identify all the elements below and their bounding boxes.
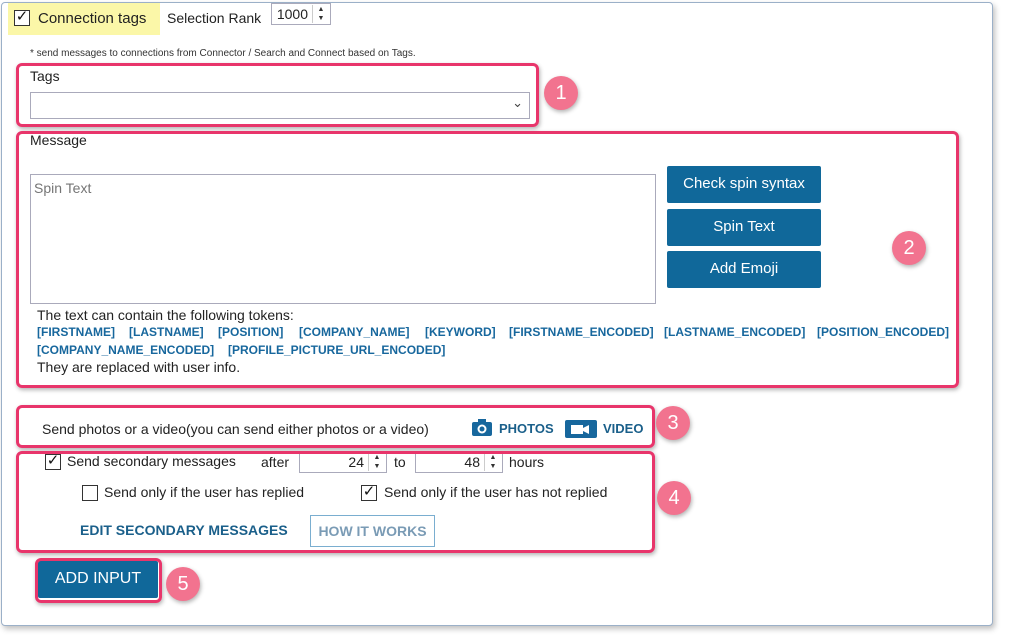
callout-badge-4: 4 (657, 481, 691, 515)
selection-rank-value: 1000 (276, 6, 308, 22)
stepper-arrows[interactable]: ▲ ▼ (312, 5, 329, 23)
callout-box-3 (16, 405, 655, 448)
arrow-up-icon[interactable]: ▲ (313, 5, 329, 14)
callout-box-1 (16, 63, 539, 127)
arrow-down-icon[interactable]: ▼ (313, 14, 329, 23)
checkmark-icon: ✓ (15, 8, 29, 25)
callout-box-4 (16, 451, 655, 553)
callout-badge-2: 2 (892, 231, 926, 265)
connection-tags-note: * send messages to connections from Conn… (30, 48, 416, 59)
callout-box-5 (35, 558, 162, 603)
callout-box-2 (16, 131, 959, 388)
callout-badge-3: 3 (656, 406, 690, 440)
callout-badge-1: 1 (544, 76, 578, 110)
connection-tags-label: Connection tags (38, 10, 147, 27)
connection-tags-checkbox[interactable]: ✓ (14, 8, 30, 26)
callout-badge-5: 5 (166, 567, 200, 601)
selection-rank-stepper[interactable]: 1000 ▲ ▼ (271, 3, 331, 25)
selection-rank-label: Selection Rank (167, 10, 262, 26)
